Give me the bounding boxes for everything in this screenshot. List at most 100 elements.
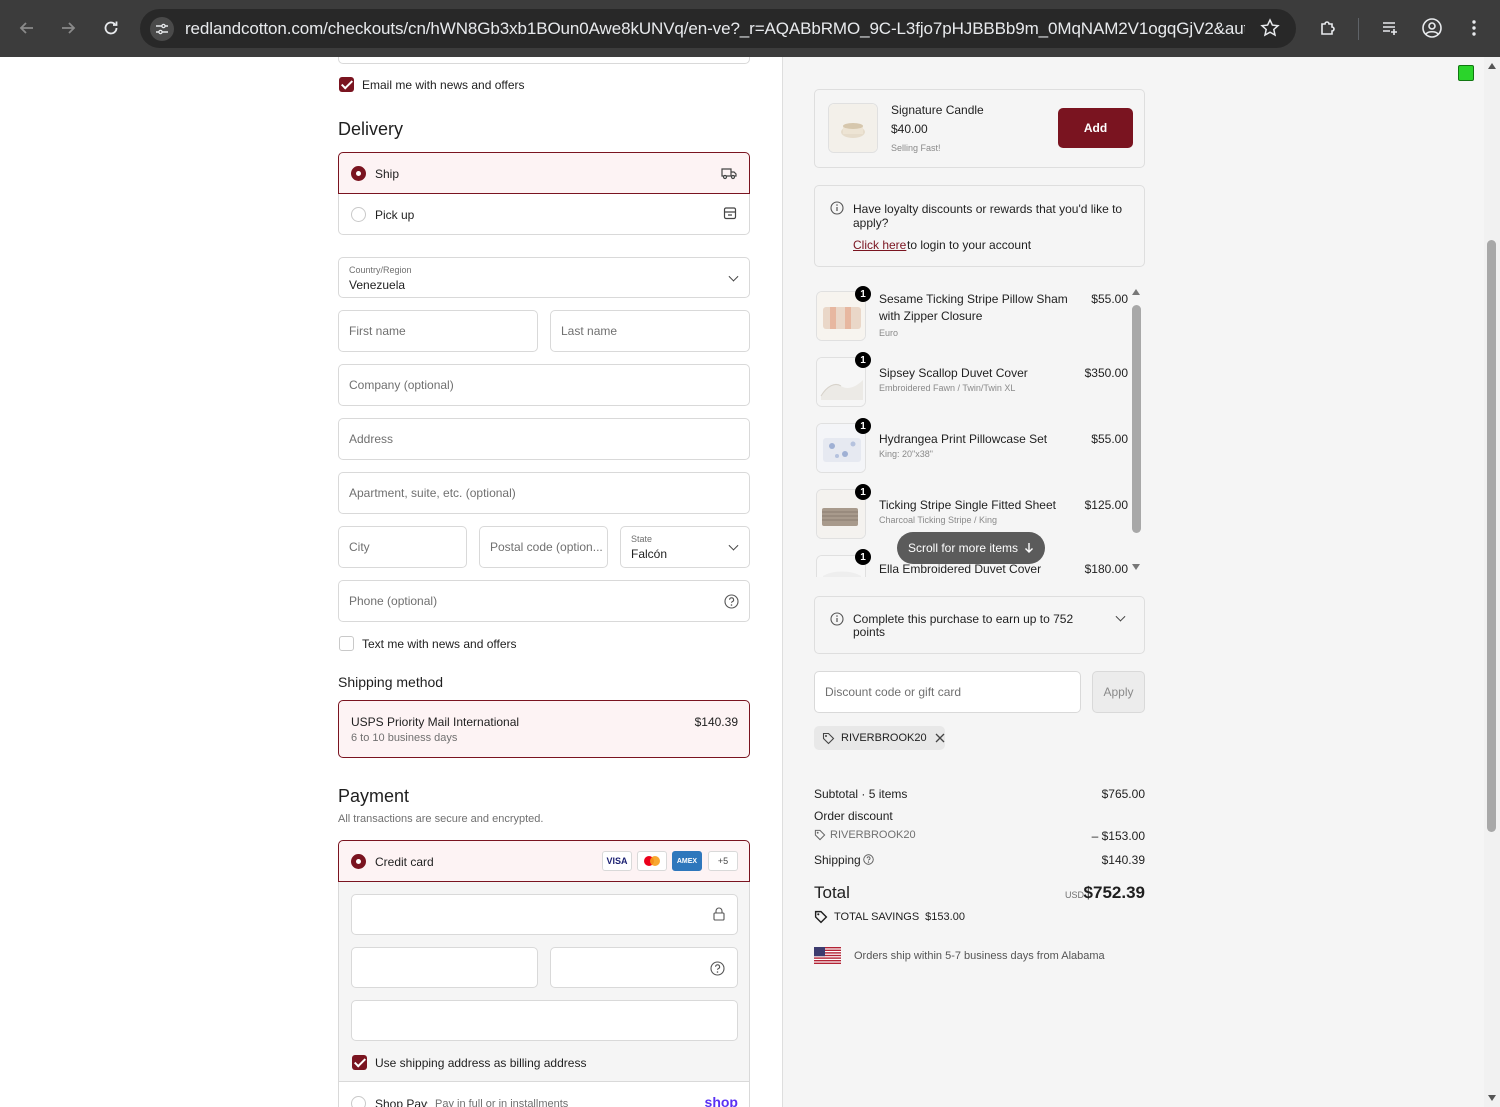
- cart-scrollbar-thumb[interactable]: [1132, 305, 1141, 533]
- chevron-down-icon: [728, 540, 739, 551]
- text-news-checkbox[interactable]: [339, 636, 354, 651]
- item-title: Sipsey Scallop Duvet Cover: [879, 366, 1028, 380]
- credit-card-label: Credit card: [375, 855, 434, 869]
- reload-button[interactable]: [97, 14, 125, 42]
- points-card[interactable]: Complete this purchase to earn up to 752…: [814, 596, 1145, 654]
- country-value: Venezuela: [349, 278, 406, 292]
- last-name-field[interactable]: Last name: [550, 310, 750, 352]
- text-news-label: Text me with news and offers: [362, 637, 517, 651]
- item-price: $350.00: [1084, 366, 1128, 380]
- extensions-button[interactable]: [1314, 14, 1342, 42]
- help-circle-icon[interactable]: [724, 594, 739, 609]
- add-upsell-button[interactable]: Add: [1058, 108, 1133, 148]
- first-name-placeholder: First name: [349, 324, 406, 338]
- item-price: $125.00: [1084, 498, 1128, 512]
- applied-discount-tag: RIVERBROOK20: [814, 726, 945, 750]
- order-discount-row: Order discount: [814, 809, 1145, 823]
- apply-discount-button[interactable]: Apply: [1092, 671, 1145, 713]
- loyalty-login-link[interactable]: Click here: [853, 238, 906, 252]
- item-variant: Embroidered Fawn / Twin/Twin XL: [879, 383, 1016, 393]
- apartment-placeholder: Apartment, suite, etc. (optional): [349, 486, 516, 500]
- address-placeholder: Address: [349, 432, 394, 446]
- quantity-badge: 1: [855, 286, 871, 302]
- city-field[interactable]: City: [338, 526, 467, 568]
- profile-button[interactable]: [1418, 14, 1446, 42]
- account-circle-icon: [1422, 18, 1442, 38]
- amex-icon: AMEX: [672, 851, 702, 871]
- chevron-down-icon[interactable]: [1115, 611, 1126, 622]
- card-details-panel: Use shipping address as billing address: [338, 882, 750, 1082]
- shop-pay-sub: Pay in full or in installments: [435, 1098, 569, 1107]
- bookmark-star-icon[interactable]: [1260, 18, 1280, 43]
- ship-radio[interactable]: [351, 166, 366, 181]
- loyalty-rest: to login to your account: [907, 238, 1032, 252]
- help-circle-icon[interactable]: [710, 961, 725, 976]
- browser-menu-button[interactable]: [1460, 14, 1488, 42]
- address-field[interactable]: Address: [338, 418, 750, 460]
- email-news-checkbox[interactable]: [339, 77, 354, 92]
- postal-code-field[interactable]: Postal code (option...: [479, 526, 608, 568]
- page-scrollbar[interactable]: [1484, 57, 1500, 1107]
- security-code-field[interactable]: [550, 947, 738, 988]
- expiry-field[interactable]: [351, 947, 538, 988]
- reading-list-button[interactable]: [1376, 14, 1404, 42]
- lock-icon: [713, 907, 725, 921]
- cart-scroll-down-icon[interactable]: [1132, 564, 1140, 570]
- scroll-up-icon[interactable]: [1488, 63, 1496, 69]
- item-variant: King: 20"x38": [879, 449, 933, 459]
- email-news-label: Email me with news and offers: [362, 78, 525, 92]
- page-scrollbar-thumb[interactable]: [1487, 240, 1496, 832]
- discount-code-field[interactable]: Discount code or gift card: [814, 671, 1081, 713]
- scroll-more-button[interactable]: Scroll for more items: [897, 532, 1045, 564]
- shop-pay-radio[interactable]: [351, 1096, 366, 1107]
- item-price: $180.00: [1084, 562, 1128, 576]
- company-placeholder: Company (optional): [349, 378, 454, 392]
- ship-option[interactable]: Ship: [338, 152, 750, 194]
- pickup-radio[interactable]: [351, 207, 366, 222]
- shop-pay-option[interactable]: Shop Pay · Pay in full or in installment…: [338, 1082, 750, 1107]
- shipping-row: Shipping $140.39: [814, 853, 1145, 867]
- shipping-value: $140.39: [1101, 853, 1145, 867]
- credit-card-radio[interactable]: [351, 854, 366, 869]
- item-title: Hydrangea Print Pillowcase Set: [879, 432, 1048, 446]
- site-info-icon[interactable]: [150, 17, 174, 41]
- toolbar-divider: [1358, 18, 1359, 40]
- quantity-badge: 1: [855, 352, 871, 368]
- chevron-down-icon: [728, 271, 739, 282]
- card-number-field[interactable]: [351, 894, 738, 935]
- order-discount-label: Order discount: [814, 809, 893, 823]
- apartment-field[interactable]: Apartment, suite, etc. (optional): [338, 472, 750, 514]
- phone-field[interactable]: Phone (optional): [338, 580, 750, 622]
- us-flag-icon: [814, 947, 841, 964]
- state-select[interactable]: State Falcón: [620, 526, 750, 568]
- forward-button[interactable]: [54, 14, 82, 42]
- truck-icon: [721, 168, 737, 180]
- total-savings-value: $153.00: [925, 911, 965, 923]
- back-button[interactable]: [13, 14, 41, 42]
- loyalty-card: Have loyalty discounts or rewards that y…: [814, 185, 1145, 267]
- scroll-down-icon[interactable]: [1488, 1095, 1496, 1101]
- delivery-heading: Delivery: [338, 119, 404, 139]
- credit-card-option[interactable]: Credit card VISA AMEX +5: [338, 840, 750, 882]
- address-bar[interactable]: redlandcotton.com/checkouts/cn/hWN8Gb3xb…: [140, 9, 1296, 48]
- billing-same-checkbox[interactable]: [352, 1055, 367, 1070]
- country-select[interactable]: Country/Region Venezuela: [338, 257, 750, 298]
- shipping-method-option[interactable]: USPS Priority Mail International 6 to 10…: [338, 700, 750, 758]
- item-variant: Euro: [879, 328, 899, 338]
- email-field[interactable]: [338, 57, 750, 64]
- arrow-down-icon: [1025, 543, 1034, 553]
- name-on-card-field[interactable]: [351, 1000, 738, 1041]
- reload-icon: [104, 21, 118, 35]
- checkout-page: Email me with news and offers Delivery S…: [0, 57, 1484, 1107]
- company-field[interactable]: Company (optional): [338, 364, 750, 406]
- close-icon[interactable]: [935, 733, 945, 743]
- more-vert-icon: [1472, 20, 1476, 36]
- item-variant: Charcoal Ticking Stripe / King: [879, 515, 998, 525]
- pickup-option[interactable]: Pick up: [338, 194, 750, 235]
- cart-scroll-up-icon[interactable]: [1132, 289, 1140, 295]
- country-label: Country/Region: [349, 265, 412, 275]
- first-name-field[interactable]: First name: [338, 310, 538, 352]
- item-title: Ticking Stripe Single Fitted Sheet: [879, 498, 1056, 512]
- url-text[interactable]: redlandcotton.com/checkouts/cn/hWN8Gb3xb…: [185, 19, 1245, 39]
- help-circle-icon[interactable]: [863, 854, 874, 865]
